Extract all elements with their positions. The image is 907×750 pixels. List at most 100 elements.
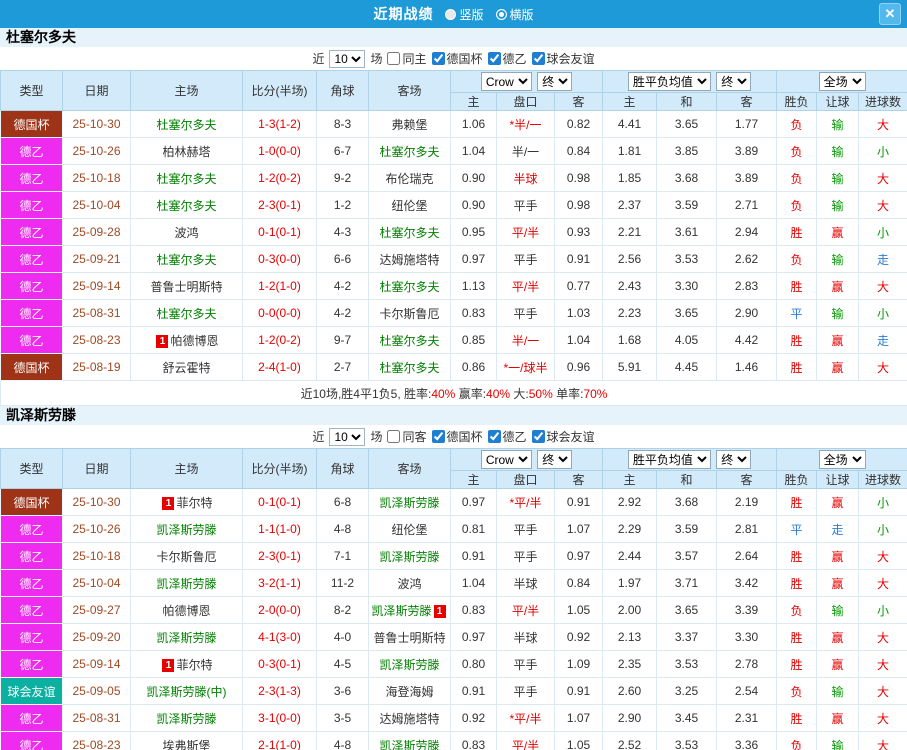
- avg-draw-odds: 3.53: [656, 245, 718, 273]
- odds-company-select[interactable]: Crow: [480, 72, 532, 91]
- corner-cell: 3-6: [316, 677, 369, 705]
- match-row: 德乙 25-09-20 凯泽斯劳滕 4-1(3-0) 4-0 普鲁士明斯特 0.97 半球 0.…: [0, 623, 907, 651]
- date-cell: 25-09-05: [62, 677, 131, 705]
- away-team-cell: 凯泽斯劳滕: [368, 650, 451, 678]
- date-cell: 25-10-30: [62, 110, 131, 138]
- away-team-cell: 布伦瑞克: [368, 164, 451, 192]
- league-cup-checkbox[interactable]: [431, 52, 445, 65]
- team-name: 凯泽斯劳滕: [156, 630, 217, 645]
- handicap-result: 输: [816, 299, 860, 327]
- league-filter-friendly[interactable]: 球会友谊: [531, 428, 595, 445]
- league-filter-cup[interactable]: 德国杯: [431, 428, 483, 445]
- league-friendly-checkbox[interactable]: [531, 430, 545, 443]
- match-count-select[interactable]: 10: [329, 427, 366, 446]
- handicap-home-odds: 0.90: [450, 191, 497, 219]
- layout-option-horizontal[interactable]: 横版: [495, 6, 534, 23]
- league-cup-label: 德国杯: [446, 430, 483, 444]
- handicap-result: 输: [816, 677, 860, 705]
- league-cell: 德国杯: [0, 488, 63, 516]
- same-venue-checkbox[interactable]: [387, 52, 401, 65]
- league-filter-b2[interactable]: 德乙: [487, 50, 527, 67]
- league-cup-label: 德国杯: [446, 52, 483, 66]
- team-name: 柏林赫塔: [162, 144, 211, 159]
- odds-time-select[interactable]: 终: [537, 450, 573, 469]
- match-row: 德乙 25-10-26 凯泽斯劳滕 1-1(1-0) 4-8 纽伦堡 0.81 平手 1.07 2…: [0, 515, 907, 543]
- layout-option-vertical[interactable]: 竖版: [445, 6, 484, 23]
- league-cell: 德乙: [0, 596, 63, 624]
- subheader-eu-home: 主: [602, 470, 658, 489]
- league-filter-cup[interactable]: 德国杯: [431, 50, 483, 67]
- handicap-home-odds: 0.90: [450, 164, 497, 192]
- europe-odds-select[interactable]: 胜平负均值: [627, 72, 711, 91]
- home-team-cell: 杜塞尔多夫: [130, 191, 243, 219]
- avg-away-odds: 2.31: [716, 704, 778, 732]
- score-cell: 2-3(1-3): [242, 677, 317, 705]
- scope-select[interactable]: 全场: [818, 450, 866, 469]
- same-venue-checkbox[interactable]: [387, 430, 401, 443]
- away-team-cell: 海登海姆: [368, 677, 451, 705]
- league-filter-friendly[interactable]: 球会友谊: [531, 50, 595, 67]
- wdl-result: 胜: [776, 650, 818, 678]
- away-team-cell: 卡尔斯鲁厄: [368, 299, 451, 327]
- avg-draw-odds: 3.59: [656, 191, 718, 219]
- avg-away-odds: 2.54: [716, 677, 778, 705]
- avg-away-odds: 2.94: [716, 218, 778, 246]
- date-cell: 25-10-30: [62, 488, 131, 516]
- score-cell: 4-1(3-0): [242, 623, 317, 651]
- date-cell: 25-10-04: [62, 191, 131, 219]
- wdl-result: 负: [776, 245, 818, 273]
- team-name: 舒云霍特: [162, 360, 211, 375]
- date-cell: 25-09-21: [62, 245, 131, 273]
- avg-away-odds: 2.62: [716, 245, 778, 273]
- score-cell: 3-2(1-1): [242, 569, 317, 597]
- scope-select[interactable]: 全场: [818, 72, 866, 91]
- rank-badge: 1: [162, 658, 175, 672]
- home-team-cell: 帕德博恩: [130, 596, 243, 624]
- away-team-cell: 达姆施塔特: [368, 704, 451, 732]
- avg-home-odds: 1.85: [602, 164, 658, 192]
- avg-draw-odds: 3.53: [656, 650, 718, 678]
- summary-segment: 40%: [486, 386, 511, 401]
- handicap-result: 赢: [816, 569, 860, 597]
- score-cell: 2-1(1-0): [242, 731, 317, 750]
- wdl-result: 胜: [776, 353, 818, 381]
- avg-away-odds: 1.46: [716, 353, 778, 381]
- league-b2-checkbox[interactable]: [487, 52, 501, 65]
- same-venue-filter[interactable]: 同客: [387, 428, 427, 445]
- avg-home-odds: 2.92: [602, 488, 658, 516]
- europe-odds-select[interactable]: 胜平负均值: [627, 450, 711, 469]
- close-button[interactable]: ✕: [879, 3, 901, 25]
- vertical-layout-radio[interactable]: [445, 8, 457, 20]
- avg-draw-odds: 3.71: [656, 569, 718, 597]
- europe-time-select[interactable]: 终: [716, 72, 752, 91]
- away-team-cell: 凯泽斯劳滕: [368, 731, 451, 750]
- home-team-cell: 凯泽斯劳滕: [130, 704, 243, 732]
- match-count-select[interactable]: 10: [329, 49, 366, 68]
- handicap-line: 平/半: [496, 272, 555, 300]
- league-b2-checkbox[interactable]: [487, 430, 501, 443]
- odds-time-select[interactable]: 终: [537, 72, 573, 91]
- handicap-result: 输: [816, 110, 860, 138]
- team-name: 普鲁士明斯特: [373, 630, 446, 645]
- handicap-away-odds: 0.77: [553, 272, 604, 300]
- league-filter-b2[interactable]: 德乙: [487, 428, 527, 445]
- same-venue-filter[interactable]: 同主: [387, 50, 427, 67]
- league-friendly-checkbox[interactable]: [531, 52, 545, 65]
- avg-draw-odds: 3.68: [656, 164, 718, 192]
- europe-time-select[interactable]: 终: [716, 450, 752, 469]
- league-cell: 德乙: [0, 137, 63, 165]
- handicap-away-odds: 0.98: [553, 191, 604, 219]
- summary-segment: 50%: [528, 386, 553, 401]
- league-cell: 德乙: [0, 299, 63, 327]
- titlebar: 近期战绩 竖版 横版 ✕: [0, 0, 907, 28]
- avg-away-odds: 2.64: [716, 542, 778, 570]
- team-name: 波鸿: [174, 225, 199, 240]
- horizontal-layout-radio[interactable]: [495, 8, 507, 20]
- subheader-ah-away: 客: [553, 470, 604, 489]
- filter-prefix-label: 近: [312, 52, 325, 66]
- league-cup-checkbox[interactable]: [431, 430, 445, 443]
- league-cell: 德乙: [0, 704, 63, 732]
- handicap-result: 赢: [816, 704, 860, 732]
- match-row: 德国杯 25-10-30 杜塞尔多夫 1-3(1-2) 8-3 弗赖堡 1.06 *半/一 0.…: [0, 110, 907, 138]
- odds-company-select[interactable]: Crow: [480, 450, 532, 469]
